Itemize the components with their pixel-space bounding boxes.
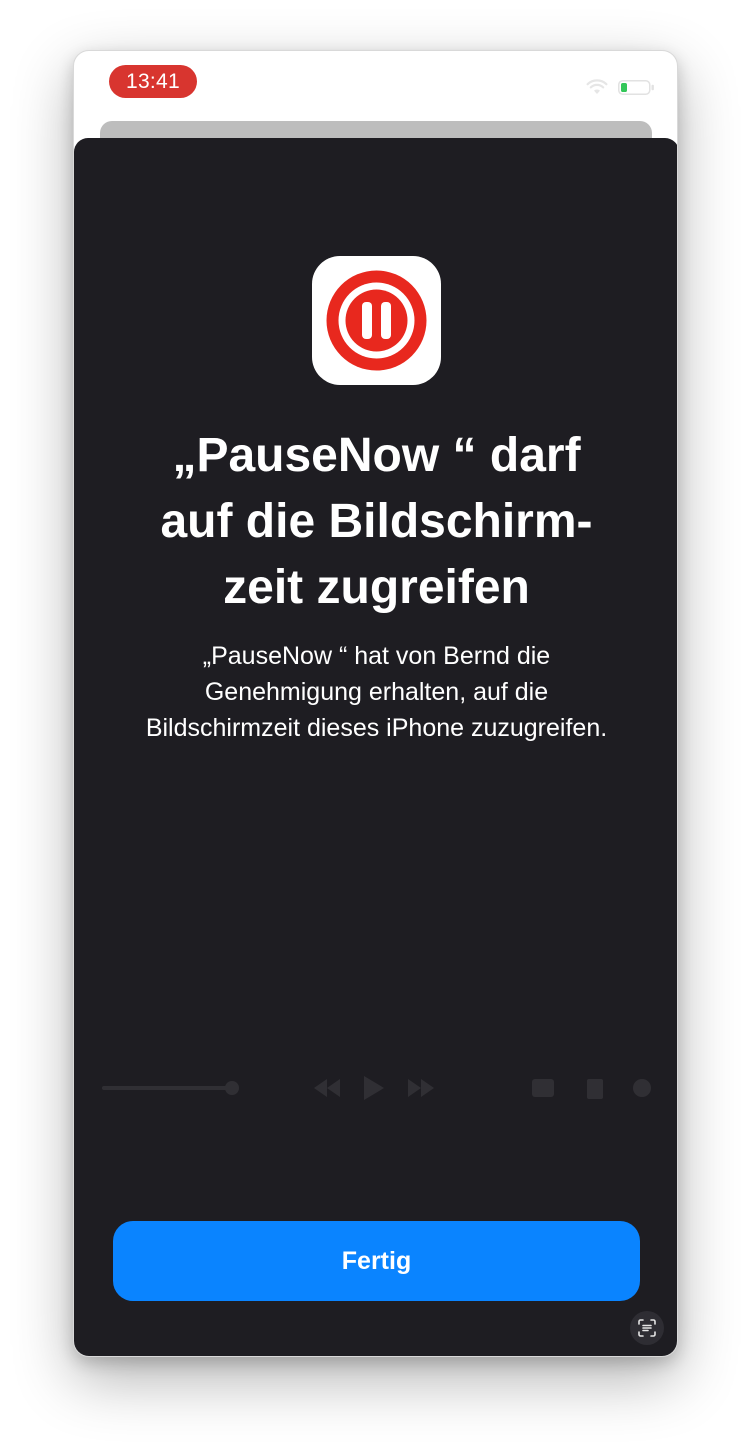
background-player-controls [102,1076,651,1100]
status-time: 13:41 [109,65,197,98]
permission-title: „PauseNow “ darf auf die Bildschirm- zei… [160,429,593,614]
status-bar: 13:41 [74,51,677,121]
wifi-icon [586,79,608,94]
battery-icon [618,80,654,95]
phone-frame: 13:41 „PauseNow “ darf auf die Bildschir… [73,50,678,1357]
pause-icon [312,256,441,385]
text-scan-button[interactable] [630,1311,664,1345]
text-scan-icon [638,1319,656,1337]
permission-description: „PauseNow “ hat von Bernd die Genehmigun… [145,642,608,742]
done-button[interactable]: Fertig [113,1221,640,1301]
permission-sheet: „PauseNow “ darf auf die Bildschirm- zei… [74,138,677,1356]
